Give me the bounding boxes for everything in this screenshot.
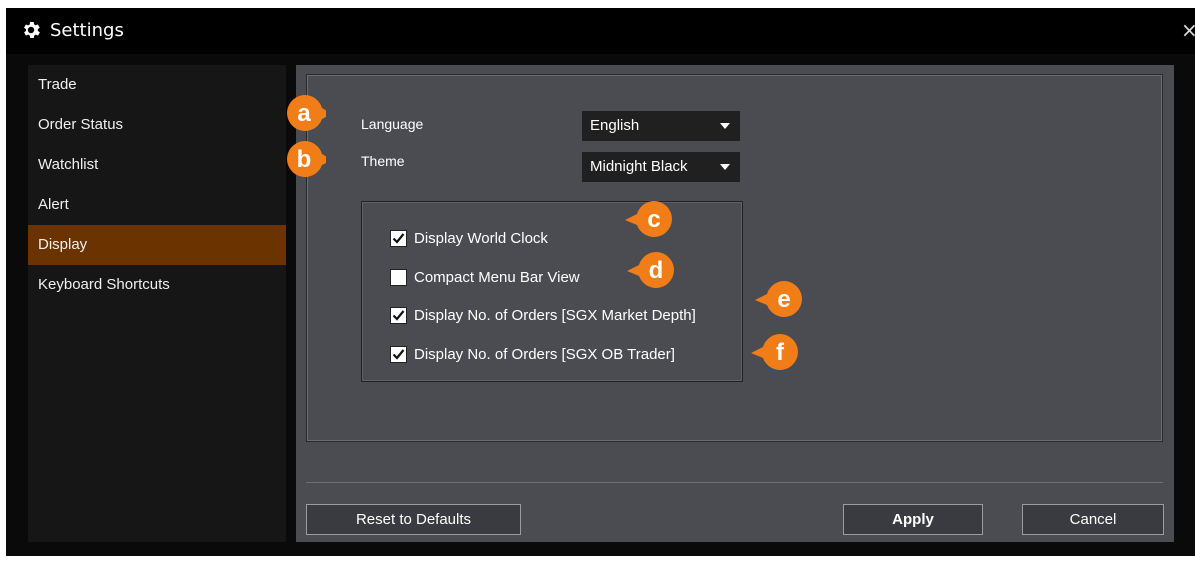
svg-text:a: a xyxy=(297,100,311,127)
cancel-button[interactable]: Cancel xyxy=(1022,504,1164,535)
language-dropdown[interactable]: English xyxy=(582,111,740,141)
checkbox-compact-menu-bar[interactable] xyxy=(390,269,407,286)
theme-label: Theme xyxy=(361,153,405,169)
theme-value: Midnight Black xyxy=(590,158,688,175)
checkbox-sgx-market-depth[interactable] xyxy=(390,307,407,324)
option-label: Compact Menu Bar View xyxy=(414,269,580,286)
sidebar-item-display[interactable]: Display xyxy=(28,225,286,265)
gear-icon xyxy=(24,22,40,38)
close-button[interactable]: × xyxy=(1181,18,1195,42)
sidebar-item-watchlist[interactable]: Watchlist xyxy=(28,145,286,185)
callout-f: f xyxy=(751,334,798,370)
title-bar: Settings × xyxy=(6,8,1195,54)
caret-down-icon xyxy=(720,123,730,129)
option-label: Display World Clock xyxy=(414,230,548,247)
apply-button[interactable]: Apply xyxy=(843,504,983,535)
option-label: Display No. of Orders [SGX Market Depth] xyxy=(414,307,696,324)
display-settings-panel: Language English Theme Midnight Black Di… xyxy=(306,74,1163,442)
svg-text:c: c xyxy=(647,206,660,233)
caret-down-icon xyxy=(720,164,730,170)
checkmark-icon xyxy=(392,233,405,244)
svg-text:e: e xyxy=(777,286,790,313)
sidebar-item-order-status[interactable]: Order Status xyxy=(28,105,286,145)
svg-text:f: f xyxy=(776,339,785,366)
display-settings-pane: Language English Theme Midnight Black Di… xyxy=(296,65,1174,542)
option-label: Display No. of Orders [SGX OB Trader] xyxy=(414,346,675,363)
callout-c: c xyxy=(625,201,672,237)
reset-to-defaults-button[interactable]: Reset to Defaults xyxy=(306,504,521,535)
svg-text:d: d xyxy=(649,257,664,284)
checkmark-icon xyxy=(392,310,405,321)
footer-divider xyxy=(306,482,1163,483)
settings-sidebar: Trade Order Status Watchlist Alert Displ… xyxy=(28,65,286,542)
display-options-group: Display World Clock Compact Menu Bar Vie… xyxy=(361,201,743,382)
language-value: English xyxy=(590,117,640,134)
svg-text:b: b xyxy=(297,146,312,173)
checkbox-sgx-ob-trader[interactable] xyxy=(390,346,407,363)
sidebar-item-trade[interactable]: Trade xyxy=(28,65,286,105)
checkmark-icon xyxy=(392,349,405,360)
callout-b: b xyxy=(287,141,326,177)
sidebar-item-keyboard-shortcuts[interactable]: Keyboard Shortcuts xyxy=(28,265,286,305)
language-label: Language xyxy=(361,116,424,132)
settings-window: Settings × Trade Order Status Watchlist … xyxy=(6,8,1195,556)
sidebar-item-alert[interactable]: Alert xyxy=(28,185,286,225)
window-title: Settings xyxy=(50,20,124,41)
theme-dropdown[interactable]: Midnight Black xyxy=(582,152,740,182)
callout-d: d xyxy=(627,252,674,288)
callout-e: e xyxy=(755,281,802,317)
callout-a: a xyxy=(287,95,326,131)
checkbox-world-clock[interactable] xyxy=(390,230,407,247)
